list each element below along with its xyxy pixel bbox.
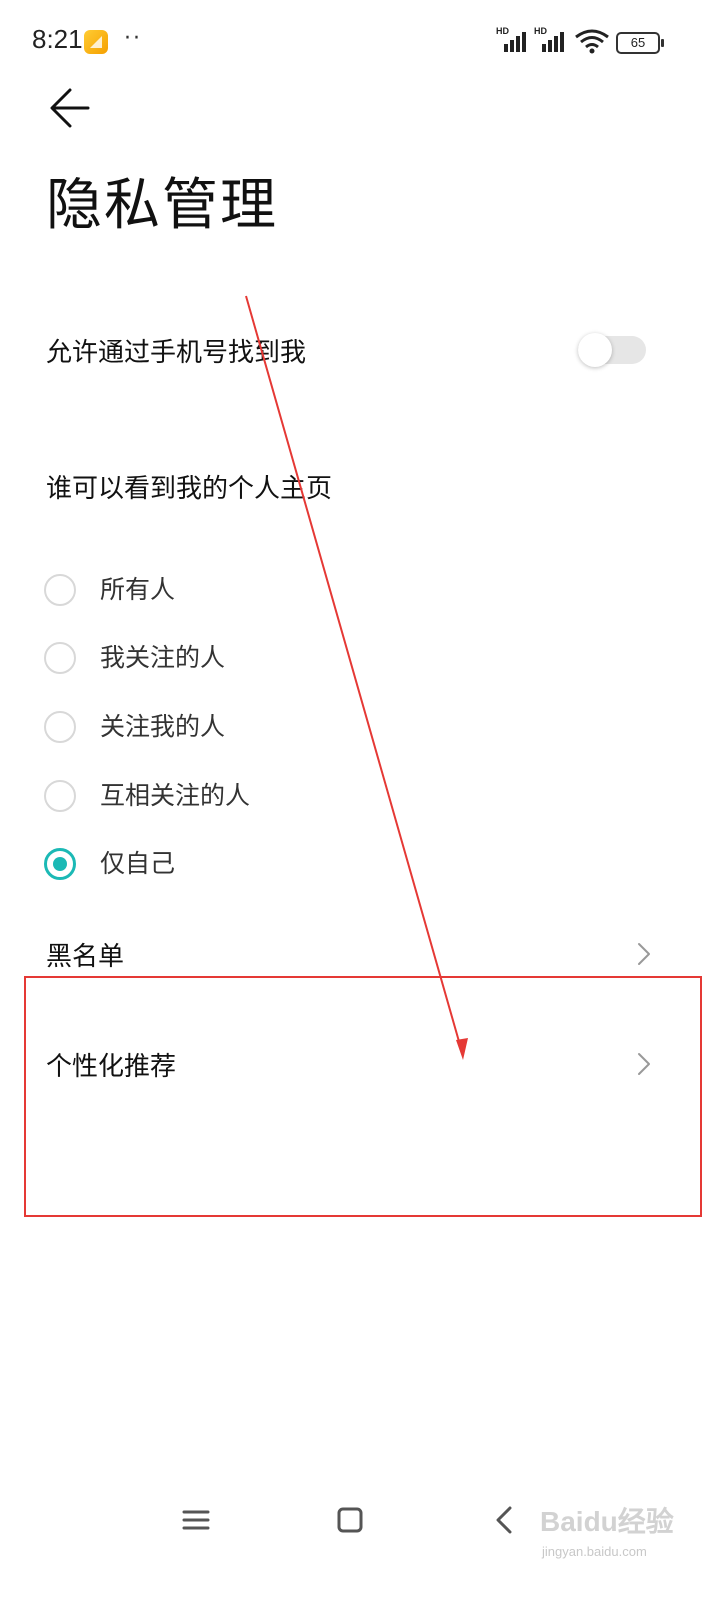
profile-visibility-title: 谁可以看到我的个人主页 <box>46 474 333 504</box>
watermark-url: jingyan.baidu.com <box>542 1544 647 1559</box>
signal-bar <box>560 32 564 52</box>
radio-option-followers[interactable]: 关注我的人 <box>44 709 444 749</box>
signal-hd-label: HD <box>534 26 547 36</box>
signal-bar <box>554 36 558 52</box>
signal-bar <box>522 32 526 52</box>
arrow-left-icon <box>50 88 90 128</box>
radio-unchecked-icon <box>44 780 76 812</box>
back-chevron-icon[interactable] <box>484 1500 524 1540</box>
find-by-phone-toggle[interactable] <box>578 333 646 367</box>
signal-hd-label: HD <box>496 26 509 36</box>
radio-label: 我关注的人 <box>100 643 226 672</box>
baidu-watermark: Baidu经验 jingyan.baidu.com <box>540 1500 710 1590</box>
radio-unchecked-icon <box>44 711 76 743</box>
wifi-icon <box>575 29 609 54</box>
radio-unchecked-icon <box>44 642 76 674</box>
signal-bar <box>516 36 520 52</box>
radio-label: 所有人 <box>100 575 176 604</box>
toggle-knob <box>578 333 612 367</box>
radio-option-mutual[interactable]: 互相关注的人 <box>44 778 444 818</box>
more-notifications-icon: ·· <box>124 26 142 51</box>
signal-bar <box>542 44 546 52</box>
radio-label: 关注我的人 <box>100 712 226 741</box>
radio-label: 仅自己 <box>100 849 176 878</box>
page-title: 隐私管理 <box>46 173 278 238</box>
radio-option-everyone[interactable]: 所有人 <box>44 572 444 612</box>
menu-icon[interactable] <box>176 1500 216 1540</box>
radio-label: 互相关注的人 <box>100 781 251 810</box>
signal-bar <box>504 44 508 52</box>
home-square-icon[interactable] <box>330 1500 370 1540</box>
status-bar: 8:21 ·· HD HD 65 <box>0 0 720 84</box>
radio-option-only-me[interactable]: 仅自己 <box>44 846 444 886</box>
find-by-phone-label: 允许通过手机号找到我 <box>46 338 307 368</box>
signal-icon: HD <box>496 26 530 52</box>
blacklist-row[interactable]: 黑名单 <box>46 936 124 973</box>
annotation-highlight-box <box>24 976 702 1217</box>
radio-checked-icon <box>44 848 76 880</box>
notification-gallery-icon <box>84 30 108 54</box>
watermark-brand: Baidu经验 <box>540 1506 674 1537</box>
battery-icon: 65 <box>616 32 664 54</box>
radio-option-following[interactable]: 我关注的人 <box>44 640 444 680</box>
signal-bar <box>548 40 552 52</box>
signal-bar <box>510 40 514 52</box>
status-time: 8:21 <box>32 24 83 54</box>
signal-icon: HD <box>534 26 568 52</box>
chevron-right-icon <box>638 943 650 965</box>
radio-unchecked-icon <box>44 574 76 606</box>
back-button[interactable] <box>40 80 100 140</box>
